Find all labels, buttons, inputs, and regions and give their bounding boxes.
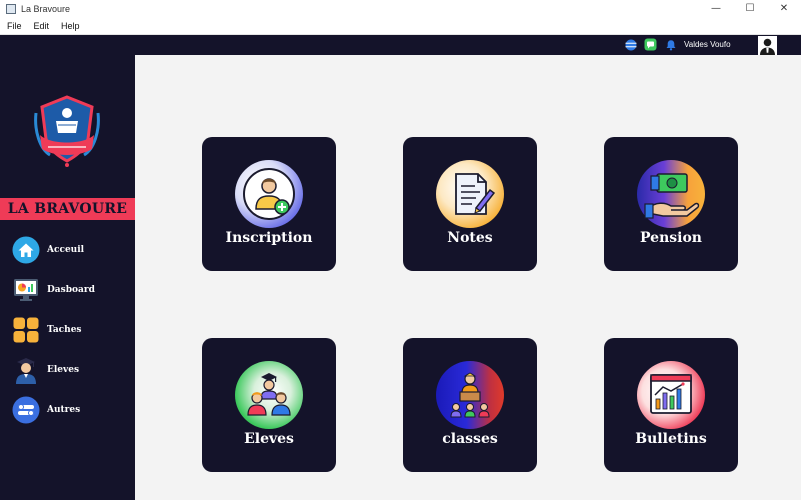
card-label: Eleves — [244, 431, 294, 447]
classroom-icon — [436, 361, 504, 429]
sidebar-item-taches[interactable]: Taches — [12, 315, 130, 345]
main-content: Inscription Notes Pension Eleves classes… — [135, 55, 801, 500]
sidebar-item-label: Eleves — [47, 365, 80, 375]
window-titlebar: La Bravoure — ☐ ✕ — [0, 0, 801, 17]
bell-icon[interactable] — [664, 38, 677, 51]
sidebar-item-eleves[interactable]: Eleves — [12, 355, 130, 385]
minimize-button[interactable]: — — [699, 0, 733, 17]
menu-bar: File Edit Help — [0, 17, 801, 35]
sidebar-item-label: Autres — [47, 405, 81, 415]
close-button[interactable]: ✕ — [767, 0, 801, 17]
brand-banner: LA BRAVOURE — [0, 198, 135, 220]
window-controls: — ☐ ✕ — [699, 0, 801, 17]
card-eleves[interactable]: Eleves — [202, 338, 336, 472]
window-title: La Bravoure — [21, 3, 71, 14]
toggle-icon — [12, 396, 40, 424]
document-pen-icon — [436, 160, 504, 228]
sidebar-item-label: Acceuil — [47, 245, 85, 255]
sidebar-item-autres[interactable]: Autres — [12, 395, 130, 425]
tasks-icon — [12, 316, 40, 344]
user-name[interactable]: Valdes Voufo — [684, 40, 731, 49]
sidebar-item-dasboard[interactable]: Dasboard — [12, 275, 130, 305]
sidebar-item-label: Dasboard — [47, 285, 95, 295]
sidebar-item-acceuil[interactable]: Acceuil — [12, 235, 130, 265]
add-user-icon — [235, 160, 303, 228]
globe-icon[interactable] — [624, 38, 637, 51]
students-group-icon — [235, 361, 303, 429]
app-header: Valdes Voufo — [0, 35, 801, 55]
menu-file[interactable]: File — [7, 21, 22, 31]
card-label: Pension — [640, 230, 702, 246]
menu-edit[interactable]: Edit — [34, 21, 50, 31]
student-icon — [12, 356, 40, 384]
card-classes[interactable]: classes — [403, 338, 537, 472]
card-label: Inscription — [225, 230, 313, 246]
card-label: Notes — [447, 230, 493, 246]
menu-help[interactable]: Help — [61, 21, 80, 31]
chat-icon[interactable] — [644, 38, 657, 51]
money-hand-icon — [637, 160, 705, 228]
sidebar-item-label: Taches — [47, 325, 82, 335]
home-icon — [12, 236, 40, 264]
card-notes[interactable]: Notes — [403, 137, 537, 271]
card-pension[interactable]: Pension — [604, 137, 738, 271]
card-label: classes — [442, 431, 498, 447]
user-avatar[interactable] — [758, 36, 777, 55]
card-inscription[interactable]: Inscription — [202, 137, 336, 271]
card-bulletins[interactable]: Bulletins — [604, 338, 738, 472]
app-icon — [6, 3, 16, 14]
school-logo — [30, 91, 104, 169]
dashboard-icon — [12, 276, 40, 304]
card-label: Bulletins — [635, 431, 707, 447]
sidebar: LA BRAVOURE Acceuil Dasboard Taches Elev… — [0, 55, 135, 500]
maximize-button[interactable]: ☐ — [733, 0, 767, 17]
report-chart-icon — [637, 361, 705, 429]
